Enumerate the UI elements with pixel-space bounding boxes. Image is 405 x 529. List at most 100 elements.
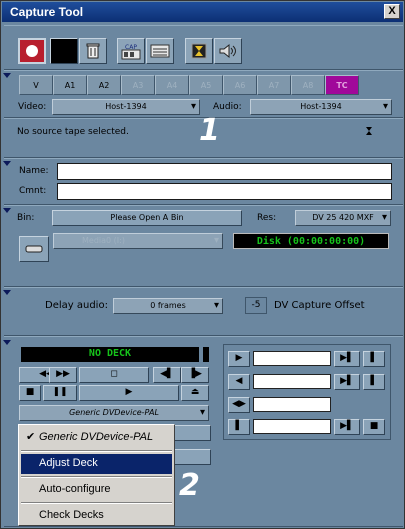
menu-item-generic-dvdevice-pal[interactable]: ✔ Generic DVDevice-PAL [21,428,172,448]
annotation-number-2: 2 [179,468,200,503]
track-button-a3[interactable]: A3 [121,75,155,95]
deck-context-menu: ✔ Generic DVDevice-PAL Adjust Deck Auto-… [18,424,175,526]
duration-button[interactable]: ◀▶ [228,397,250,413]
title-bar[interactable]: Capture Tool X [2,2,403,22]
capture-offset-value[interactable]: -5 [245,297,267,314]
trash-button[interactable] [79,38,107,64]
track-button-a8[interactable]: A8 [291,75,325,95]
close-button[interactable]: X [384,4,400,19]
menu-separator [21,476,172,478]
audio-input-dropdown[interactable]: Host-1394 [250,99,392,115]
trash-icon [86,43,100,59]
resolution-label: Res: [257,213,277,223]
clear-out-icon: ▌ [370,376,378,386]
stop-square-icon: ◻ [110,369,118,379]
eject-button[interactable]: ⏏ [181,385,209,401]
target-drive-dropdown[interactable]: Media0 (I:) [53,233,223,249]
delay-audio-label: Delay audio: [45,300,108,311]
mark-out-timecode[interactable] [253,374,331,389]
step-back-button[interactable]: ◀▌ [153,367,181,383]
track-button-a6[interactable]: A6 [223,75,257,95]
go-to-out-icon: ▶▌ [340,376,354,386]
delay-audio-dropdown[interactable]: 0 frames [113,298,223,314]
annotation-number-1: 1 [199,113,220,148]
track-button-a5[interactable]: A5 [189,75,223,95]
pause-button[interactable]: ❚❚ [43,385,77,401]
duration-icon: ◀▶ [232,399,246,409]
bin-label: Bin: [17,213,35,223]
go-to-out-button[interactable]: ▶▌ [334,374,360,390]
collapse-triangle-icon[interactable] [3,73,11,78]
log-mode-button[interactable] [146,38,174,64]
mark-in-icon: ▶ [235,353,243,363]
track-button-a1[interactable]: A1 [53,75,87,95]
track-button-v[interactable]: V [19,75,53,95]
collapse-triangle-icon[interactable] [3,161,11,166]
name-label: Name: [19,166,49,176]
clear-in-button[interactable]: ▌ [363,351,385,367]
capture-mode-button[interactable]: CAP [117,38,145,64]
batch-button[interactable] [185,38,213,64]
record-button[interactable] [18,38,46,64]
mark-in-button[interactable]: ▶ [228,351,250,367]
menu-item-label: Auto-configure [39,483,111,495]
deck-option-button[interactable] [171,449,211,465]
clip-comment-input[interactable] [57,183,392,200]
capture-offset-label: DV Capture Offset [274,300,365,311]
fast-forward-button[interactable]: ▶▶ [49,367,77,383]
play-button[interactable]: ▶ [79,385,179,401]
menu-separator [21,450,172,452]
menu-item-auto-configure[interactable]: Auto-configure [21,480,172,500]
stop-button[interactable]: ■ [19,385,41,401]
clear-out-button[interactable]: ▌ [363,374,385,390]
collapse-triangle-icon[interactable] [3,340,11,345]
deck-status-edge [203,347,209,362]
toggle-source-button[interactable] [50,38,78,64]
step-back-icon: ◀▌ [160,369,174,379]
tape-direction-icons [349,127,388,135]
pause-icon: ❚❚ [52,387,68,397]
capture-tool-window: Capture Tool X CAP V A1 A2 A3 A4 A5 A6 A7 A8 TC V… [0,0,405,529]
step-forward-button[interactable]: ▐▶ [181,367,209,383]
menu-item-check-decks[interactable]: Check Decks [21,506,172,526]
tape-status-text: No source tape selected. [17,127,129,137]
mark-in-timecode[interactable] [253,351,331,366]
go-to-clip-button[interactable]: ▶▌ [334,419,360,435]
video-input-dropdown[interactable]: Host-1394 [52,99,200,115]
deck-config-button[interactable] [171,425,211,441]
log-icon [150,44,170,58]
deck-status-display: NO DECK [21,347,199,362]
track-button-a2[interactable]: A2 [87,75,121,95]
clear-in-icon: ▌ [370,353,378,363]
mark-out-icon: ◀ [235,376,243,386]
collapse-triangle-icon[interactable] [3,208,11,213]
target-drive-mode-button[interactable] [19,236,49,262]
resolution-dropdown[interactable]: DV 25 420 MXF [295,210,391,226]
track-button-a7[interactable]: A7 [257,75,291,95]
menu-item-label: Generic DVDevice-PAL [39,431,154,443]
drive-icon [25,245,43,253]
clear-clip-icon: ■ [369,421,379,431]
track-button-a4[interactable]: A4 [155,75,189,95]
menu-item-adjust-deck[interactable]: Adjust Deck [21,454,172,474]
clip-name-input[interactable] [57,163,392,180]
menu-separator [21,502,172,504]
deck-dropdown[interactable]: Generic DVDevice-PAL [19,405,209,421]
duration-timecode[interactable] [253,397,331,412]
collapse-triangle-icon[interactable] [3,290,11,295]
stop-icon: ■ [25,387,35,397]
clip-timecode[interactable] [253,419,331,434]
go-to-in-icon: ▶▌ [340,353,354,363]
stop-large-button[interactable]: ◻ [79,367,149,383]
mark-out-button[interactable]: ◀ [228,374,250,390]
bin-button[interactable]: Please Open A Bin [52,210,242,226]
record-icon [18,38,46,64]
go-to-in-button[interactable]: ▶▌ [334,351,360,367]
menu-item-label: Adjust Deck [39,457,98,469]
cap-icon: CAP [121,44,141,60]
clear-clip-button[interactable]: ■ [363,419,385,435]
video-label: Video: [18,102,47,112]
audio-tool-button[interactable] [214,38,242,64]
mark-clip-button[interactable]: ▌ [228,419,250,435]
track-button-tc[interactable]: TC [325,75,359,95]
